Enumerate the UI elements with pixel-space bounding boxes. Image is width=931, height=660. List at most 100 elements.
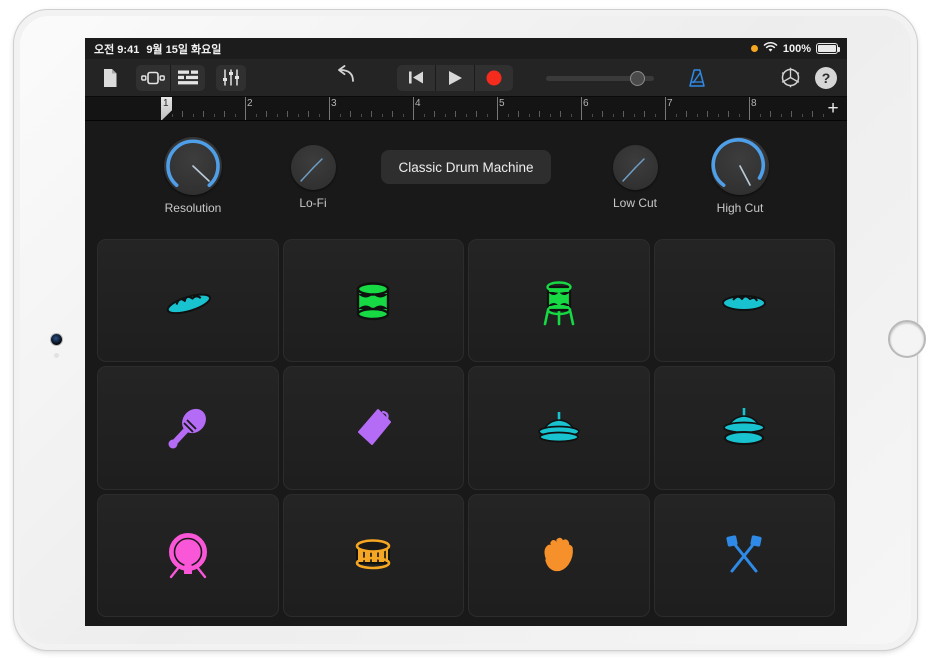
timeline-ruler[interactable]: 2345678 1 + [85, 97, 847, 121]
ruler-tick [371, 111, 372, 117]
ruler-tick [466, 114, 467, 117]
pad-closed-hihat-1[interactable] [97, 239, 279, 362]
pad-hihat-closed-2[interactable] [468, 366, 650, 489]
ruler-tick [560, 111, 561, 117]
ruler-tick [455, 111, 456, 117]
ruler-tick [214, 114, 215, 117]
ruler-tick [676, 114, 677, 117]
resolution-knob[interactable]: Resolution [138, 137, 248, 215]
ruler-tick [812, 111, 813, 117]
ruler-bar-number: 7 [667, 98, 673, 109]
ruler-tick [508, 114, 509, 117]
toolbar-right-group: ? [775, 65, 837, 91]
patch-name-button[interactable]: Classic Drum Machine [381, 150, 551, 184]
pad-cowbell[interactable] [283, 366, 465, 489]
ruler-bar-mark [413, 97, 414, 120]
ruler-bar-number: 2 [247, 98, 253, 109]
kick-drum-icon [162, 530, 214, 580]
status-bar-right: 100% [751, 42, 838, 56]
tablet-device: 오전 9:41 9월 15일 화요일 100% [14, 10, 917, 650]
metronome-button[interactable] [682, 65, 712, 91]
high-cut-knob[interactable]: High Cut [685, 137, 795, 215]
volume-thumb[interactable] [630, 71, 645, 86]
pad-clap[interactable] [468, 494, 650, 617]
lofi-knob-label: Lo-Fi [264, 196, 362, 210]
pad-snare[interactable] [283, 494, 465, 617]
ruler-tick [319, 114, 320, 117]
ruler-tick [256, 114, 257, 117]
ruler-bar-mark [329, 97, 330, 120]
hihat-open-icon [719, 406, 769, 450]
ruler-tick [770, 111, 771, 117]
ruler-tick [298, 114, 299, 117]
ruler-bar-number: 3 [331, 98, 337, 109]
ruler-tick [802, 114, 803, 117]
ruler-bar-mark [245, 97, 246, 120]
ruler-tick [392, 111, 393, 117]
undo-button[interactable] [335, 65, 357, 90]
ruler-tick [224, 111, 225, 117]
ruler-tick [287, 111, 288, 117]
pad-maraca[interactable] [97, 366, 279, 489]
ruler-tick [623, 111, 624, 117]
low-cut-knob-label: Low Cut [585, 196, 685, 210]
lofi-knob[interactable]: Lo-Fi [264, 145, 362, 210]
pad-sticks[interactable] [654, 494, 836, 617]
track-view-button[interactable] [136, 65, 170, 91]
ruler-tick [424, 114, 425, 117]
ruler-tick [728, 111, 729, 117]
knob-row: Resolution Lo-Fi [85, 121, 847, 226]
ruler-tick [697, 114, 698, 117]
play-button[interactable] [436, 65, 474, 91]
master-volume-slider[interactable] [546, 68, 654, 88]
documents-button[interactable] [95, 65, 125, 91]
ruler-tick [445, 114, 446, 117]
resolution-knob-label: Resolution [138, 201, 248, 215]
drum-pads-plugin: Resolution Lo-Fi [85, 121, 847, 626]
ruler-tick [403, 114, 404, 117]
list-view-button[interactable] [171, 65, 205, 91]
settings-button[interactable] [775, 65, 805, 91]
ruler-tick [340, 114, 341, 117]
low-cut-knob[interactable]: Low Cut [585, 145, 685, 210]
mixer-button[interactable] [216, 65, 246, 91]
ruler-bar-number: 5 [499, 98, 505, 109]
rewind-button[interactable] [397, 65, 435, 91]
ruler-tick [182, 111, 183, 117]
ruler-tick [602, 111, 603, 117]
pad-tom-high[interactable] [283, 239, 465, 362]
cowbell-icon [350, 406, 396, 450]
ruler-tick [707, 111, 708, 117]
transport-controls [397, 65, 513, 91]
pad-cymbal-flat[interactable] [654, 239, 836, 362]
help-button[interactable]: ? [815, 67, 837, 89]
ruler-bar-mark [665, 97, 666, 120]
pad-kick[interactable] [97, 494, 279, 617]
ruler-tick [686, 111, 687, 117]
ruler-tick [277, 114, 278, 117]
main-toolbar: ? [85, 59, 847, 97]
crossed-sticks-icon [721, 533, 767, 577]
ruler-bar-number: 6 [583, 98, 589, 109]
ambient-light-sensor [54, 353, 59, 358]
hand-clap-icon [538, 534, 580, 576]
view-toggle-group [136, 65, 205, 91]
pad-hihat-open[interactable] [654, 366, 836, 489]
ruler-tick [487, 114, 488, 117]
floor-tom-icon [539, 274, 579, 328]
ruler-tick [203, 111, 204, 117]
ruler-tick [592, 114, 593, 117]
add-track-button[interactable]: + [823, 99, 843, 119]
home-button[interactable] [888, 320, 926, 358]
ruler-tick [382, 114, 383, 117]
ruler-bar-mark [749, 97, 750, 120]
pad-floor-tom[interactable] [468, 239, 650, 362]
ruler-tick [518, 111, 519, 117]
ruler-tick [476, 111, 477, 117]
ruler-tick [266, 111, 267, 117]
wifi-icon [763, 42, 778, 56]
hihat-tilted-icon [163, 284, 213, 318]
battery-icon [816, 43, 838, 54]
record-button[interactable] [475, 65, 513, 91]
ruler-tick [613, 114, 614, 117]
